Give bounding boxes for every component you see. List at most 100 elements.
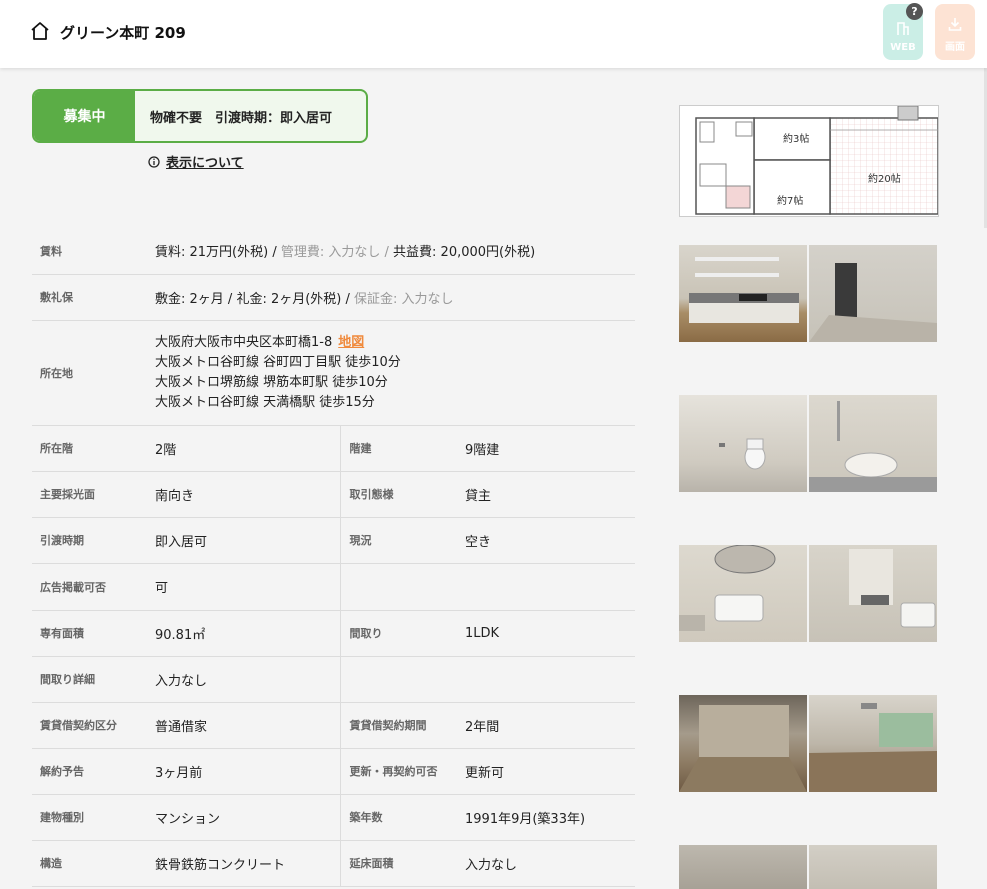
separator: / (223, 291, 237, 307)
washroom-wide-photo-drawing (849, 549, 936, 628)
spec-value: 貸主 (455, 471, 635, 518)
spec-row: 所在階 2階 階建 9階建 (32, 425, 635, 472)
separator: / (341, 291, 355, 307)
spec-label: 築年数 (339, 794, 455, 841)
spec-row-location: 所在地 大阪府大阪市中央区本町橋1-8 地図 大阪メトロ谷町線 谷町四丁目駅 徒歩… (32, 320, 635, 426)
spec-label (339, 656, 455, 703)
spec-row: 広告掲載可否 可 (32, 563, 635, 611)
display-note-label: 表示について (166, 156, 244, 171)
spec-value: 普通借家 (145, 702, 340, 749)
spec-value: 1LDK (455, 610, 635, 657)
spec-row: 引渡時期 即入居可 現況 空き (32, 517, 635, 564)
photo-kitchen[interactable] (679, 245, 807, 342)
spec-value: 即入居可 (145, 517, 340, 564)
spec-label: 引渡時期 (32, 517, 145, 564)
spec-value: 敷金: 2ヶ月 / 礼金: 2ヶ月(外税) / 保証金: 入力なし (145, 274, 635, 321)
photo-washroom[interactable] (679, 545, 807, 642)
spec-label: 更新・再契約可否 (339, 748, 455, 795)
home-icon[interactable] (30, 21, 50, 41)
download-button-label: 画面 (945, 42, 965, 53)
spec-label: 専有面積 (32, 610, 145, 657)
photo-bath[interactable] (809, 395, 937, 492)
spec-value: 大阪府大阪市中央区本町橋1-8 地図 大阪メトロ谷町線 谷町四丁目駅 徒歩10分 … (145, 320, 635, 426)
spec-row: 間取り詳細 入力なし (32, 656, 635, 703)
spec-value: 賃料: 21万円(外税) / 管理費: 入力なし / 共益費: 20,000円(… (145, 228, 635, 275)
spec-value: 更新可 (455, 748, 635, 795)
download-icon (948, 18, 962, 31)
floorplan-room-label: 約20帖 (868, 172, 901, 185)
spec-label: 解約予告 (32, 748, 145, 795)
living-wide-photo-drawing (809, 703, 937, 792)
separator: / (268, 245, 281, 261)
photo-living[interactable] (679, 695, 807, 792)
spec-row: 構造 鉄骨鉄筋コンクリート 延床面積 入力なし (32, 840, 635, 887)
spec-label: 間取り詳細 (32, 656, 145, 703)
download-button[interactable]: 画面 (935, 4, 975, 60)
building-icon (897, 22, 909, 35)
living-photo-drawing (679, 705, 807, 792)
photo-washroom-wide[interactable] (809, 545, 937, 642)
management-fee-value: 管理費: 入力なし (280, 245, 381, 261)
floorplan-drawing: 約3帖 約20帖 約7帖 (695, 105, 939, 215)
help-badge[interactable]: ? (906, 3, 923, 20)
spec-value: 1991年9月(築33年) (455, 794, 635, 841)
spec-row-rent: 賃料 賃料: 21万円(外税) / 管理費: 入力なし / 共益費: 20,00… (32, 228, 635, 275)
kitchen-photo-drawing (689, 257, 799, 323)
spec-label: 建物種別 (32, 794, 145, 841)
spec-label: 所在階 (32, 425, 145, 472)
guarantee-value: 保証金: 入力なし (354, 291, 454, 307)
spec-row: 賃貸借契約区分 普通借家 賃貸借契約期間 2年間 (32, 702, 635, 749)
station-line: 大阪メトロ堺筋線 堺筋本町駅 徒歩10分 (155, 374, 388, 390)
photo-hall[interactable] (809, 845, 937, 889)
photo-living-wide[interactable] (809, 695, 937, 792)
spec-value: 9階建 (455, 425, 635, 472)
info-icon (148, 155, 160, 168)
spec-value: 3ヶ月前 (145, 748, 340, 795)
display-note-link[interactable]: 表示について (148, 152, 244, 171)
spec-value: マンション (145, 794, 340, 841)
bath-photo-drawing (809, 401, 937, 492)
deposit-value: 敷金: 2ヶ月 (155, 291, 224, 307)
spec-value: 可 (145, 563, 340, 611)
spec-label: 賃貸借契約期間 (339, 702, 455, 749)
spec-label: 階建 (339, 425, 455, 472)
spec-label: 主要採光面 (32, 471, 145, 518)
map-link[interactable]: 地図 (338, 335, 364, 350)
spec-label: 延床面積 (339, 840, 455, 887)
spec-label: 間取り (339, 610, 455, 657)
spec-label: 広告掲載可否 (32, 563, 145, 611)
spec-row: 主要採光面 南向き 取引態様 貸主 (32, 471, 635, 518)
spec-value: 2年間 (455, 702, 635, 749)
spec-label: 賃貸借契約区分 (32, 702, 145, 749)
rent-value: 賃料: 21万円(外税) (155, 245, 269, 261)
photo-room[interactable] (679, 845, 807, 889)
web-button-label: WEB (890, 42, 916, 53)
washroom-photo-drawing (679, 545, 776, 631)
photo-entrance[interactable] (809, 245, 937, 342)
spec-table: 賃料 賃料: 21万円(外税) / 管理費: 入力なし / 共益費: 20,00… (32, 228, 635, 887)
key-money-value: 礼金: 2ヶ月(外税) (236, 291, 342, 307)
spec-row: 専有面積 90.81㎡ 間取り 1LDK (32, 610, 635, 657)
spec-label (339, 563, 455, 611)
toilet-photo-drawing (719, 438, 766, 470)
spec-row: 解約予告 3ヶ月前 更新・再契約可否 更新可 (32, 748, 635, 795)
floorplan-image[interactable]: 約3帖 約20帖 約7帖 (679, 105, 939, 217)
spec-value: 鉄骨鉄筋コンクリート (145, 840, 340, 887)
spec-row: 建物種別 マンション 築年数 1991年9月(築33年) (32, 794, 635, 841)
spec-value: 2階 (145, 425, 340, 472)
spec-label: 敷礼保 (32, 274, 145, 321)
spec-label: 取引態様 (339, 471, 455, 518)
photo-toilet[interactable] (679, 395, 807, 492)
spec-row-deposit: 敷礼保 敷金: 2ヶ月 / 礼金: 2ヶ月(外税) / 保証金: 入力なし (32, 274, 635, 321)
spec-label: 現況 (339, 517, 455, 564)
property-title: グリーン本町 209 (60, 24, 186, 42)
common-fee-value: 共益費: 20,000円(外税) (393, 245, 536, 261)
station-line: 大阪メトロ谷町線 天満橋駅 徒歩15分 (155, 394, 375, 410)
status-info: 物確不要 引渡時期：即入居可 (150, 110, 333, 126)
floorplan-room-label: 約7帖 (777, 194, 803, 207)
spec-value (455, 656, 635, 703)
address-value: 大阪府大阪市中央区本町橋1-8 (155, 334, 333, 350)
floorplan-room-label: 約3帖 (783, 132, 809, 145)
spec-value (455, 563, 635, 611)
station-line: 大阪メトロ谷町線 谷町四丁目駅 徒歩10分 (155, 354, 401, 370)
